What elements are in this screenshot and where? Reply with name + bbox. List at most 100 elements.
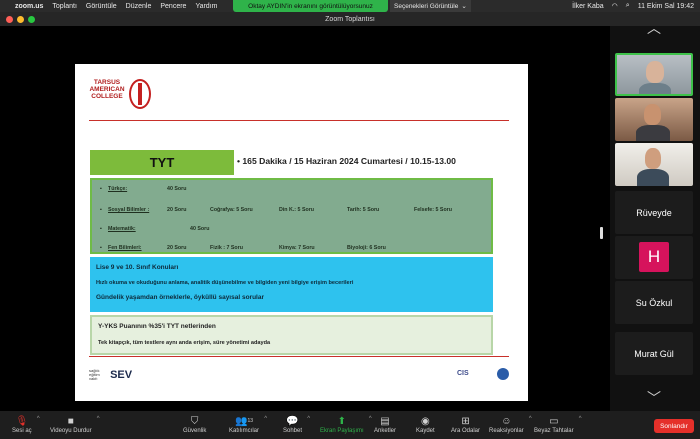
participant-face <box>646 61 664 83</box>
fizik: Fizik : 7 Soru <box>210 245 243 251</box>
topics-line-1: Hızlı okuma ve okuduğunu anlama, analiti… <box>96 280 354 286</box>
avatar: H <box>639 242 669 272</box>
sev-logo-small: sağlık eğitim vakfı <box>89 368 100 382</box>
mic-muted-icon: 🎙 <box>15 415 29 427</box>
shield-icon: ⛉ <box>190 415 199 427</box>
view-options-button[interactable]: Seçenekleri Görüntüle ⌄ <box>390 0 471 12</box>
felsefe: Felsefe: 5 Soru <box>414 207 452 213</box>
unmute-button[interactable]: 🎙 Sesi aç ^ <box>12 414 40 435</box>
polls-icon: ▤ <box>380 415 390 427</box>
video-tile-active-speaker[interactable] <box>615 53 693 96</box>
menu-app-name[interactable]: zoom.us <box>15 3 43 10</box>
participant-body <box>637 169 669 186</box>
video-tile-3[interactable] <box>615 143 693 186</box>
cis-seal-icon <box>497 368 509 380</box>
chevron-up-icon[interactable]: ^ <box>37 416 40 422</box>
menu-item-goruntule[interactable]: Görüntüle <box>86 3 117 10</box>
security-label: Güvenlik <box>183 428 207 434</box>
matematik-count: 40 Soru <box>190 226 210 232</box>
fen-label: Fen Bilimleri: <box>108 245 142 251</box>
search-icon[interactable]: ⌕ <box>626 2 630 10</box>
share-screen-label: Ekran Paylaşımı <box>320 428 364 434</box>
presentation-slide: TARSUS AMERICAN COLLEGE TYT • 165 Dakika… <box>75 64 528 401</box>
participant-tile-murat-gul[interactable]: Murat Gül <box>615 332 693 375</box>
cografya: Coğrafya: 5 Soru <box>210 207 253 213</box>
din: Din K.: 5 Soru <box>279 207 315 213</box>
stop-video-button[interactable]: ■ Videoyu Durdur ^ <box>50 414 100 435</box>
sosyal-label: Sosyal Bilimler : <box>108 207 150 213</box>
share-screen-icon: ⬆ <box>337 415 347 427</box>
clock[interactable]: 11 Ekim Sal 19:42 <box>638 3 694 10</box>
screen-share-banner: Oktay AYDIN'in ekranını görüntülüyorsunu… <box>233 0 388 12</box>
biyoloji: Biyoloji: 6 Soru <box>347 245 386 251</box>
sev-logo-text: SEV <box>110 369 133 381</box>
menu-item-duzenle[interactable]: Düzenle <box>126 3 152 10</box>
menu-item-yardim[interactable]: Yardım <box>195 3 217 10</box>
close-icon[interactable] <box>6 16 13 23</box>
polls-button[interactable]: ▤ Anketler <box>374 414 396 435</box>
stop-video-label: Videoyu Durdur <box>50 428 92 434</box>
chevron-up-icon[interactable]: ^ <box>579 416 582 422</box>
participants-label: Katılımcılar <box>229 428 260 434</box>
chevron-up-icon[interactable]: ^ <box>97 416 100 422</box>
topics-line-2: Gündelik yaşamdan örneklerle, öyküllü sa… <box>96 294 264 301</box>
row-sosyal: ▪ Sosyal Bilimler : <box>100 207 150 213</box>
end-meeting-button[interactable]: Sonlandır <box>654 419 694 433</box>
panel-resize-handle[interactable] <box>600 227 603 239</box>
participants-button[interactable]: 👥 13 Katılımcılar ^ <box>229 414 267 435</box>
row-matematik: ▪ Matematik: <box>100 226 136 232</box>
security-button[interactable]: ⛉ Güvenlik <box>183 414 207 435</box>
chevron-down-icon[interactable]: ﹀ <box>647 388 661 408</box>
wifi-icon[interactable]: ◠ <box>612 2 618 10</box>
logo-text: TARSUS AMERICAN COLLEGE <box>89 79 125 100</box>
chevron-up-icon[interactable]: ^ <box>529 416 532 422</box>
subjects-box: ▪ Türkçe: 40 Soru ▪ Sosyal Bilimler : 20 S… <box>90 178 493 254</box>
turkce-label: Türkçe: <box>108 186 128 192</box>
view-options-label: Seçenekleri Görüntüle <box>394 2 459 10</box>
row-fen: ▪ Fen Bilimleri: <box>100 245 142 251</box>
reactions-label: Reaksiyonlar <box>489 428 524 434</box>
video-tile-2[interactable] <box>615 98 693 141</box>
share-screen-button[interactable]: ⬆ Ekran Paylaşımı ^ <box>320 414 372 435</box>
minimize-icon[interactable] <box>17 16 24 23</box>
participant-tile-ruveyde[interactable]: Rüveyde <box>615 191 693 234</box>
divider-bottom <box>89 356 509 357</box>
menu-item-pencere[interactable]: Pencere <box>160 3 186 10</box>
record-label: Kaydet <box>416 428 435 434</box>
participants-panel: ︿ Rüveyde H Su Özkul Murat Gül ﹀ <box>610 20 700 411</box>
turkce-count: 40 Soru <box>167 186 187 192</box>
participant-name: Rüveyde <box>636 207 672 218</box>
chat-button[interactable]: 💬 Sohbet ^ <box>283 414 310 435</box>
whiteboards-button[interactable]: ▭ Beyaz Tahtalar ^ <box>534 414 582 435</box>
reactions-icon: ☺ <box>501 415 512 427</box>
tarih: Tarih: 5 Soru <box>347 207 380 213</box>
user-name[interactable]: İlker Kaba <box>572 3 604 10</box>
chevron-up-icon[interactable]: ︿ <box>647 18 661 38</box>
participant-face <box>644 104 661 125</box>
participant-tile-su-ozkul[interactable]: Su Özkul <box>615 281 693 324</box>
maximize-icon[interactable] <box>28 16 35 23</box>
exam-date-line: • 165 Dakika / 15 Haziran 2024 Cumartesi… <box>237 156 456 166</box>
window-controls <box>6 16 35 23</box>
participant-body <box>636 125 670 141</box>
record-button[interactable]: ◉ Kaydet <box>416 414 435 435</box>
participant-tile-h[interactable]: H <box>615 236 693 279</box>
record-icon: ◉ <box>420 415 430 427</box>
breakout-rooms-button[interactable]: ⊞ Ara Odalar <box>451 414 480 435</box>
chevron-up-icon[interactable]: ^ <box>369 416 372 422</box>
participant-name: Murat Gül <box>634 348 674 359</box>
sev-logo: sağlık eğitim vakfı SEV <box>89 369 132 381</box>
shared-screen: TARSUS AMERICAN COLLEGE TYT • 165 Dakika… <box>0 26 610 411</box>
unmute-label: Sesi aç <box>12 428 32 434</box>
whiteboard-icon: ▭ <box>549 415 559 427</box>
chevron-up-icon[interactable]: ^ <box>264 416 267 422</box>
topics-box: Lise 9 ve 10. Sınıf Konuları Hızlı okuma… <box>90 257 493 312</box>
menu-item-toplanti[interactable]: Toplantı <box>52 3 77 10</box>
chevron-up-icon[interactable]: ^ <box>307 416 310 422</box>
breakout-rooms-icon: ⊞ <box>461 415 470 427</box>
chevron-down-icon: ⌄ <box>461 3 467 10</box>
reactions-button[interactable]: ☺ Reaksiyonlar ^ <box>489 414 532 435</box>
matematik-label: Matematik: <box>108 226 136 232</box>
participant-name: Su Özkul <box>635 297 673 308</box>
sosyal-count: 20 Soru <box>167 207 187 213</box>
